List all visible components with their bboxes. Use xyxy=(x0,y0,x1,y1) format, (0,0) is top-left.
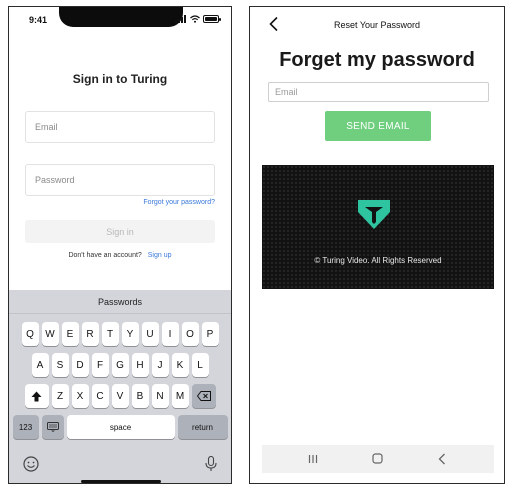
key[interactable]: E xyxy=(61,322,79,346)
key[interactable]: G xyxy=(111,353,129,377)
email-input[interactable] xyxy=(268,82,489,102)
page-title: Forget my password xyxy=(279,49,475,71)
keyboard-row-1: Q W E R T Y U I O P xyxy=(9,322,231,346)
keyboard-suggestion-passwords[interactable]: Passwords xyxy=(9,290,231,314)
keyboard-row-3: Z X C V B N M xyxy=(9,384,231,408)
wifi-icon xyxy=(190,15,200,23)
key[interactable]: K xyxy=(171,353,189,377)
key[interactable]: T xyxy=(101,322,119,346)
ios-keyboard: Passwords Q W E R T Y U I O P A S D F G … xyxy=(9,290,231,483)
key[interactable]: O xyxy=(181,322,199,346)
app-bar: Reset Your Password xyxy=(250,7,504,41)
key[interactable]: R xyxy=(81,322,99,346)
keyboard-bottom-bar xyxy=(9,450,231,483)
mic-icon[interactable] xyxy=(205,456,217,472)
keyboard-emoji-icon xyxy=(46,422,59,432)
key[interactable]: Y xyxy=(121,322,139,346)
keyboard-row-2: A S D F G H J K L xyxy=(9,353,231,377)
appbar-title: Reset Your Password xyxy=(333,20,421,30)
shift-key[interactable] xyxy=(24,384,49,408)
keyboard-row-4: 123 space return xyxy=(9,415,231,439)
android-reset-screen: Reset Your Password Forget my password S… xyxy=(249,6,505,484)
key[interactable]: P xyxy=(201,322,219,346)
signup-link[interactable]: Sign up xyxy=(148,252,172,259)
status-icons xyxy=(175,15,221,23)
signin-title: Sign in to Turing xyxy=(72,72,168,86)
phone-notch xyxy=(59,7,183,27)
key[interactable]: N xyxy=(151,384,169,408)
key[interactable]: J xyxy=(151,353,169,377)
key[interactable]: V xyxy=(111,384,129,408)
battery-icon xyxy=(203,15,221,23)
key[interactable]: Z xyxy=(51,384,69,408)
android-nav-bar xyxy=(262,445,494,473)
password-input[interactable] xyxy=(25,164,215,196)
shift-icon xyxy=(31,391,42,401)
key[interactable]: I xyxy=(161,322,179,346)
key[interactable]: S xyxy=(51,353,69,377)
key[interactable]: Q xyxy=(21,322,39,346)
backspace-icon xyxy=(196,391,211,401)
key[interactable]: M xyxy=(171,384,189,408)
send-email-button[interactable]: SEND EMAIL xyxy=(325,111,431,141)
backspace-key[interactable] xyxy=(191,384,216,408)
keyboard-emoji-key[interactable] xyxy=(41,415,64,439)
no-account-text: Don't have an account? xyxy=(68,252,142,259)
key[interactable]: C xyxy=(91,384,109,408)
nav-recent-icon[interactable] xyxy=(308,454,318,464)
status-time: 9:41 xyxy=(29,15,48,25)
status-bar: 9:41 xyxy=(9,7,231,33)
key[interactable]: H xyxy=(131,353,149,377)
copyright-text: © Turing Video. All Rights Reserved xyxy=(314,256,442,265)
key[interactable]: B xyxy=(131,384,149,408)
key[interactable]: W xyxy=(41,322,59,346)
home-indicator xyxy=(81,480,161,483)
return-key[interactable]: return xyxy=(177,415,228,439)
key[interactable]: D xyxy=(71,353,89,377)
key[interactable]: F xyxy=(91,353,109,377)
nav-back-icon[interactable] xyxy=(438,453,446,465)
signal-icon xyxy=(175,15,187,23)
space-key[interactable]: space xyxy=(66,415,175,439)
emoji-icon[interactable] xyxy=(23,456,39,472)
signup-row: Don't have an account? Sign up xyxy=(9,252,231,259)
key[interactable]: U xyxy=(141,322,159,346)
numbers-key[interactable]: 123 xyxy=(12,415,39,439)
turing-logo-icon xyxy=(358,200,390,229)
ios-signin-screen: 9:41 Sign in to Turing Forgot your passw… xyxy=(8,6,232,484)
signin-button[interactable]: Sign in xyxy=(25,220,215,243)
key[interactable]: X xyxy=(71,384,89,408)
email-input[interactable] xyxy=(25,111,215,143)
key[interactable]: A xyxy=(31,353,49,377)
nav-home-icon[interactable] xyxy=(372,453,383,464)
branding-panel: © Turing Video. All Rights Reserved xyxy=(262,165,494,289)
key[interactable]: L xyxy=(191,353,209,377)
forgot-password-link[interactable]: Forgot your password? xyxy=(143,199,215,206)
